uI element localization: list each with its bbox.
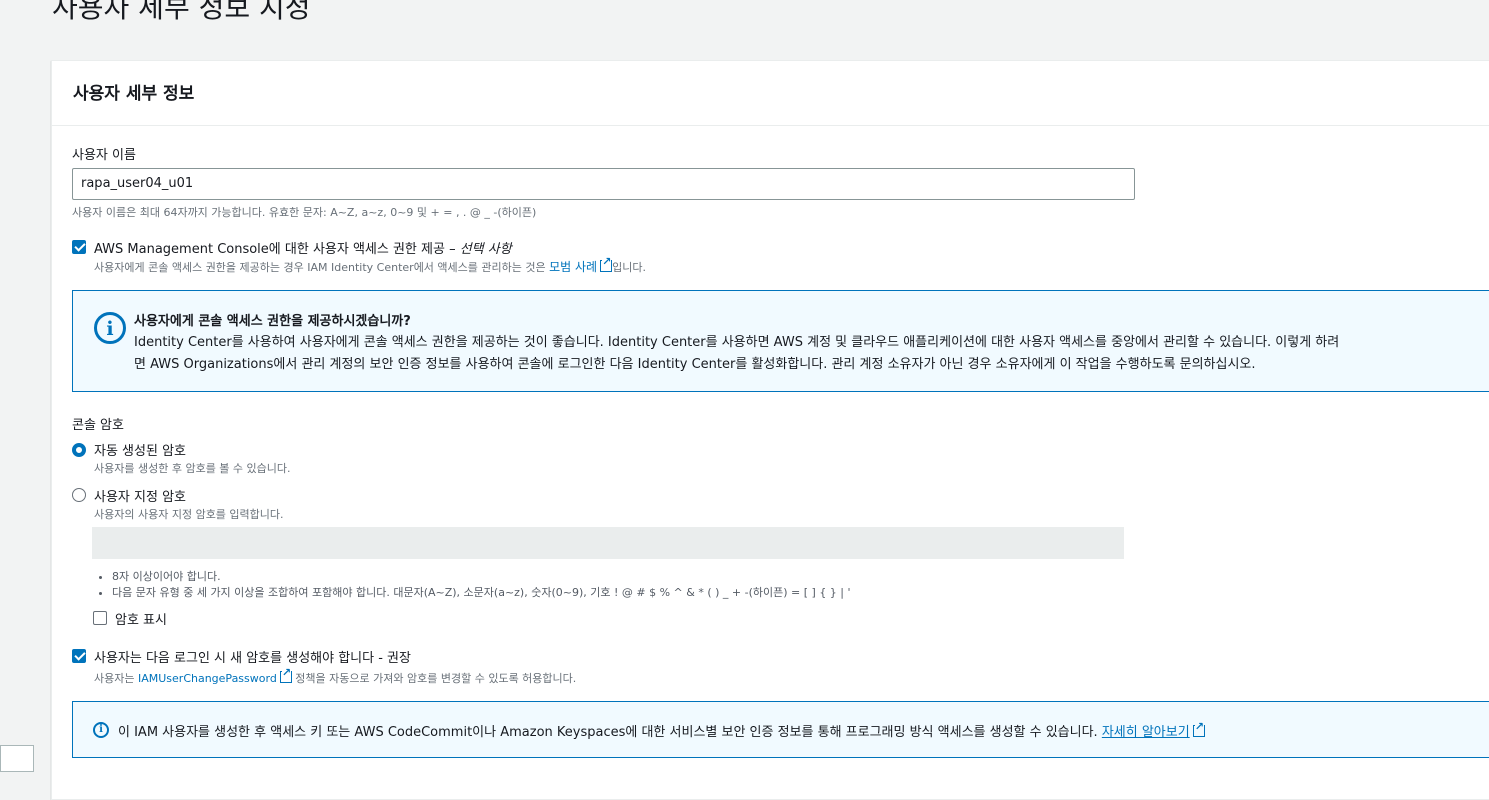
custom-password-input[interactable] — [92, 527, 1124, 559]
info-icon: i — [94, 312, 126, 344]
learn-more-link[interactable]: 자세히 알아보기 — [1102, 725, 1190, 740]
username-hint: 사용자 이름은 최대 64자까지 가능합니다. 유효한 문자: A~Z, a~z… — [72, 206, 537, 219]
custom-password-label[interactable]: 사용자 지정 암호 — [94, 486, 186, 505]
programmatic-access-info-box: i 이 IAM 사용자를 생성한 후 액세스 키 또는 AWS CodeComm… — [72, 701, 1489, 758]
info-bottom-text: 이 IAM 사용자를 생성한 후 액세스 키 또는 AWS CodeCommit… — [118, 721, 1205, 740]
username-label: 사용자 이름 — [72, 148, 136, 163]
page-title: 사용자 세부 정보 지정 — [52, 0, 311, 24]
console-access-desc-suffix: 입니다. — [612, 261, 646, 274]
console-password-label: 콘솔 암호 — [72, 418, 124, 433]
console-access-label[interactable]: AWS Management Console에 대한 사용자 액세스 권한 제공… — [94, 238, 512, 257]
info-icon: i — [93, 722, 109, 738]
info-box-line2: 면 AWS Organizations에서 관리 계정의 보안 인증 정보를 사… — [134, 357, 1256, 372]
show-password-label[interactable]: 암호 표시 — [115, 609, 167, 628]
password-rule: 8자 이상이어야 합니다. — [112, 569, 851, 585]
console-access-checkbox[interactable] — [72, 240, 86, 254]
username-input[interactable]: rapa_user04_u01 — [72, 168, 1135, 200]
panel-header: 사용자 세부 정보 — [52, 61, 1489, 126]
info-box-line1: Identity Center를 사용하여 사용자에게 콘솔 액세스 권한을 제… — [134, 335, 1340, 350]
show-password-checkbox[interactable] — [93, 611, 107, 625]
external-link-icon — [600, 256, 613, 272]
info-box-title: 사용자에게 콘솔 액세스 권한을 제공하시겠습니까? — [134, 314, 411, 329]
info-bottom-body: 이 IAM 사용자를 생성한 후 액세스 키 또는 AWS CodeCommit… — [118, 725, 1102, 740]
custom-password-desc: 사용자의 사용자 지정 암호를 입력합니다. — [94, 508, 284, 521]
custom-password-radio[interactable] — [72, 488, 86, 502]
auto-password-desc: 사용자를 생성한 후 암호를 볼 수 있습니다. — [94, 462, 291, 475]
external-link-icon — [279, 667, 292, 683]
panel-title: 사용자 세부 정보 — [73, 84, 195, 104]
reset-password-checkbox[interactable] — [72, 649, 86, 663]
reset-password-desc-prefix: 사용자는 — [94, 672, 138, 685]
auto-password-radio[interactable] — [72, 443, 86, 457]
best-practice-link[interactable]: 모범 사례 — [549, 260, 597, 274]
password-rules: 8자 이상이어야 합니다. 다음 문자 유형 중 세 가지 이상을 조합하여 포… — [112, 569, 851, 601]
identity-center-info-box: i 사용자에게 콘솔 액세스 권한을 제공하시겠습니까? Identity Ce… — [72, 290, 1489, 392]
console-access-desc-prefix: 사용자에게 콘솔 액세스 권한을 제공하는 경우 IAM Identity Ce… — [94, 261, 550, 274]
console-access-optional: 선택 사항 — [459, 242, 512, 257]
reset-password-desc: 사용자는 IAMUserChangePassword 정책을 자동으로 가져와 … — [94, 667, 577, 686]
console-access-label-text: AWS Management Console에 대한 사용자 액세스 권한 제공… — [94, 242, 460, 257]
window-thumbnail[interactable] — [0, 745, 34, 772]
reset-password-label[interactable]: 사용자는 다음 로그인 시 새 암호를 생성해야 합니다 - 권장 — [94, 647, 411, 666]
iam-user-change-password-link[interactable]: IAMUserChangePassword — [138, 672, 277, 685]
external-link-icon — [1192, 721, 1205, 737]
password-rule: 다음 문자 유형 중 세 가지 이상을 조합하여 포함해야 합니다. 대문자(A… — [112, 585, 851, 601]
console-access-desc: 사용자에게 콘솔 액세스 권한을 제공하는 경우 IAM Identity Ce… — [94, 256, 646, 275]
auto-password-label[interactable]: 자동 생성된 암호 — [94, 440, 186, 459]
user-details-panel: 사용자 세부 정보 사용자 이름 rapa_user04_u01 사용자 이름은… — [51, 60, 1489, 800]
reset-password-desc-suffix: 정책을 자동으로 가져와 암호를 변경할 수 있도록 허용합니다. — [291, 672, 577, 685]
info-box-body: Identity Center를 사용하여 사용자에게 콘솔 액세스 권한을 제… — [134, 332, 1339, 376]
